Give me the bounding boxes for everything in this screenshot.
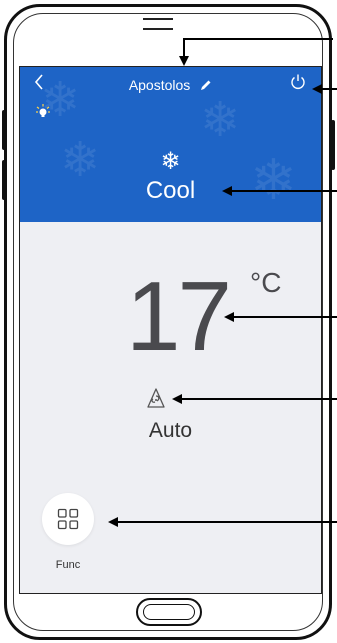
annotation-arrow-line xyxy=(234,316,337,318)
annotation-arrow-line xyxy=(118,521,337,523)
device-name: Apostolos xyxy=(128,77,191,93)
power-side-button xyxy=(331,120,335,170)
annotation-arrow-head xyxy=(179,56,189,66)
device-title[interactable]: Apostolos xyxy=(20,77,321,94)
annotation-arrow-line xyxy=(182,398,337,400)
power-icon xyxy=(291,74,305,89)
temperature-value[interactable]: 17 xyxy=(126,267,232,365)
snowflake-decoration-icon: ❄ xyxy=(200,94,241,147)
annotation-arrow-head xyxy=(312,84,322,94)
annotation-arrow-head xyxy=(172,394,182,404)
annotation-arrow-head xyxy=(224,312,234,322)
grid-icon xyxy=(57,508,79,530)
annotation-arrow-line xyxy=(232,190,337,192)
pencil-icon[interactable] xyxy=(200,78,212,94)
snowflake-icon: ❄ xyxy=(160,148,181,175)
func-label: Func xyxy=(55,559,81,571)
fan-icon[interactable] xyxy=(143,387,169,416)
volume-button xyxy=(2,110,6,150)
side-button xyxy=(2,160,6,200)
phone-speaker xyxy=(143,18,173,30)
power-button[interactable] xyxy=(289,73,307,96)
annotation-arrow-line xyxy=(183,38,185,56)
light-bulb-icon xyxy=(36,104,50,117)
header-panel: ❄ ❄ ❄ ❄ Apostolos ❄ Cool xyxy=(20,67,321,222)
annotation-arrow-head xyxy=(108,517,118,527)
annotation-arrow-line xyxy=(183,38,333,40)
light-button[interactable] xyxy=(35,103,51,124)
annotation-arrow-head xyxy=(222,186,232,196)
temperature-unit: °C xyxy=(250,267,282,298)
fan-speed-label[interactable]: Auto xyxy=(20,419,321,443)
app-screen: ❄ ❄ ❄ ❄ Apostolos ❄ Cool 17 °C Auto Func xyxy=(19,66,322,594)
home-button[interactable] xyxy=(136,598,202,626)
annotation-arrow-line xyxy=(322,88,337,90)
func-button[interactable] xyxy=(42,493,94,545)
